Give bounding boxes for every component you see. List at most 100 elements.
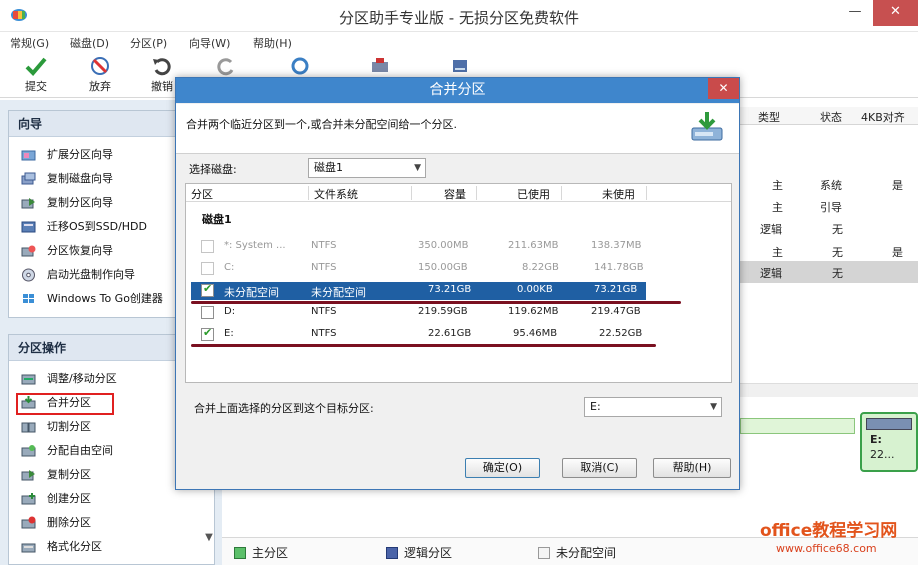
menu-partition[interactable]: 分区(P) [130, 35, 167, 51]
merge-disk-icon [691, 112, 723, 141]
drive-tool-button[interactable] [440, 56, 480, 76]
dialog-banner: 合并两个临近分区到一个,或合并未分配空间给一个分区. [176, 104, 739, 154]
partition-usage-bar [866, 418, 912, 430]
resize-partition-icon [21, 374, 36, 385]
dialog-title-bar: 合并分区 ✕ [176, 78, 739, 103]
target-partition-select[interactable]: E: ▼ [584, 397, 722, 417]
col-filesystem[interactable]: 文件系统 [314, 186, 358, 202]
format-partition-label: 格式化分区 [47, 540, 102, 553]
row-status: 无 [832, 267, 843, 280]
redo-button[interactable] [206, 56, 246, 76]
disk-tool-icon [372, 58, 388, 72]
refresh-button[interactable] [280, 56, 320, 76]
partition-e-card[interactable]: E: 22... [860, 412, 918, 472]
windows-to-go-icon [23, 294, 34, 303]
bootable-cd-icon [22, 268, 35, 282]
help-button[interactable]: 帮助(H) [653, 458, 731, 478]
delete-partition-icon [21, 516, 36, 529]
horizontal-scrollbar[interactable] [738, 383, 918, 397]
partition-row-unallocated[interactable]: 未分配空间 未分配空间 73.21GB 0.00KB 73.21GB [191, 282, 646, 300]
row-used: 95.46MB [513, 328, 558, 339]
partition-recovery-icon [21, 245, 36, 257]
allocate-space-icon [21, 445, 36, 457]
commit-button[interactable]: 提交 [16, 56, 56, 94]
column-divider [561, 186, 562, 200]
menu-disk[interactable]: 磁盘(D) [70, 35, 109, 51]
row-capacity: 150.00GB [418, 262, 468, 273]
row-checkbox[interactable] [201, 282, 214, 297]
extend-partition-icon [21, 150, 36, 161]
copy-disk-label: 复制磁盘向导 [47, 172, 113, 185]
extend-partition-label: 扩展分区向导 [47, 148, 113, 161]
create-partition[interactable]: 创建分区 [9, 487, 214, 511]
delete-partition-label: 删除分区 [47, 516, 91, 529]
menu-wizard[interactable]: 向导(W) [189, 35, 230, 51]
disk-group-label: 磁盘1 [202, 213, 232, 226]
partition-row-e[interactable]: E: NTFS 22.61GB 95.46MB 22.52GB [191, 326, 646, 344]
col-unused[interactable]: 未使用 [602, 186, 635, 202]
col-used[interactable]: 已使用 [517, 186, 550, 202]
ok-button[interactable]: 确定(O) [465, 458, 540, 478]
legend-unallocated: 未分配空间 [538, 544, 616, 561]
table-row[interactable]: 主 引导 [738, 195, 918, 217]
title-bar: 分区助手专业版 - 无损分区免费软件 — ✕ [0, 0, 918, 32]
legend-logical-label: 逻辑分区 [404, 546, 453, 560]
col-status[interactable]: 状态 [820, 109, 842, 125]
refresh-icon [291, 57, 309, 75]
legend-logical: 逻辑分区 [386, 544, 452, 561]
dialog-close-button[interactable]: ✕ [708, 78, 739, 99]
partition-row-system: *: System ... NTFS 350.00MB 211.63MB 138… [191, 238, 646, 256]
col-4k-align[interactable]: 4KB对齐 [861, 109, 905, 125]
delete-partition[interactable]: 删除分区 [9, 511, 214, 535]
copy-partition-op-label: 复制分区 [47, 468, 91, 481]
disk-tool-button[interactable] [360, 56, 400, 76]
row-capacity: 22.61GB [428, 328, 472, 339]
row-unused: 73.21GB [594, 284, 638, 295]
left-scroll-down-icon[interactable]: ▼ [200, 532, 218, 552]
row-unused: 22.52GB [599, 328, 643, 339]
row-used: 8.22GB [522, 262, 559, 273]
cancel-button[interactable]: 取消(C) [562, 458, 637, 478]
col-type[interactable]: 类型 [758, 109, 780, 125]
disk-select-value: 磁盘1 [314, 161, 343, 174]
copy-partition-label: 复制分区向导 [47, 196, 113, 209]
allocate-free-space-label: 分配自由空间 [47, 444, 113, 457]
row-checkbox[interactable] [201, 326, 214, 341]
target-partition-label: 合并上面选择的分区到这个目标分区: [194, 402, 374, 415]
table-row[interactable]: 主 无 是 [738, 240, 918, 262]
table-row[interactable]: 逻辑 无 [738, 217, 918, 239]
row-checkbox [201, 262, 214, 275]
window-title: 分区助手专业版 - 无损分区免费软件 [339, 9, 579, 27]
disk-map-bar[interactable] [740, 418, 855, 434]
commit-label: 提交 [25, 80, 47, 93]
copy-partition-icon [21, 198, 35, 209]
disk-select[interactable]: 磁盘1 ▼ [308, 158, 426, 178]
table-row[interactable]: 主 系统 是 [738, 173, 918, 195]
col-capacity[interactable]: 容量 [444, 186, 466, 202]
drive-tool-icon [453, 60, 467, 72]
row-type: 逻辑 [760, 223, 782, 236]
close-window-button[interactable]: ✕ [873, 0, 918, 26]
row-checkbox[interactable] [201, 306, 214, 319]
legend-primary-label: 主分区 [252, 546, 289, 560]
menu-help[interactable]: 帮助(H) [253, 35, 292, 51]
col-partition[interactable]: 分区 [191, 186, 213, 202]
menu-general[interactable]: 常规(G) [10, 35, 49, 51]
discard-button[interactable]: 放弃 [80, 56, 120, 94]
row-checkbox [201, 240, 214, 253]
minimize-button[interactable]: — [837, 0, 873, 26]
format-partition[interactable]: 格式化分区 [9, 535, 214, 559]
table-row-selected[interactable]: 逻辑 无 [738, 261, 918, 283]
row-unused: 141.78GB [594, 262, 644, 273]
row-fs: NTFS [311, 306, 337, 317]
split-partition-label: 切割分区 [47, 420, 91, 433]
row-used: 119.62MB [508, 306, 559, 317]
row-capacity: 73.21GB [428, 284, 472, 295]
bootable-media-label: 启动光盘制作向导 [47, 268, 135, 281]
partition-row-d[interactable]: D: NTFS 219.59GB 119.62MB 219.47GB [191, 304, 646, 322]
row-type: 逻辑 [760, 267, 782, 280]
row-unused: 138.37MB [591, 240, 642, 251]
row-type: 主 [772, 246, 783, 259]
row-align: 是 [892, 179, 903, 192]
partition-list: 分区 文件系统 容量 已使用 未使用 磁盘1 *: System ... NTF… [185, 183, 732, 383]
